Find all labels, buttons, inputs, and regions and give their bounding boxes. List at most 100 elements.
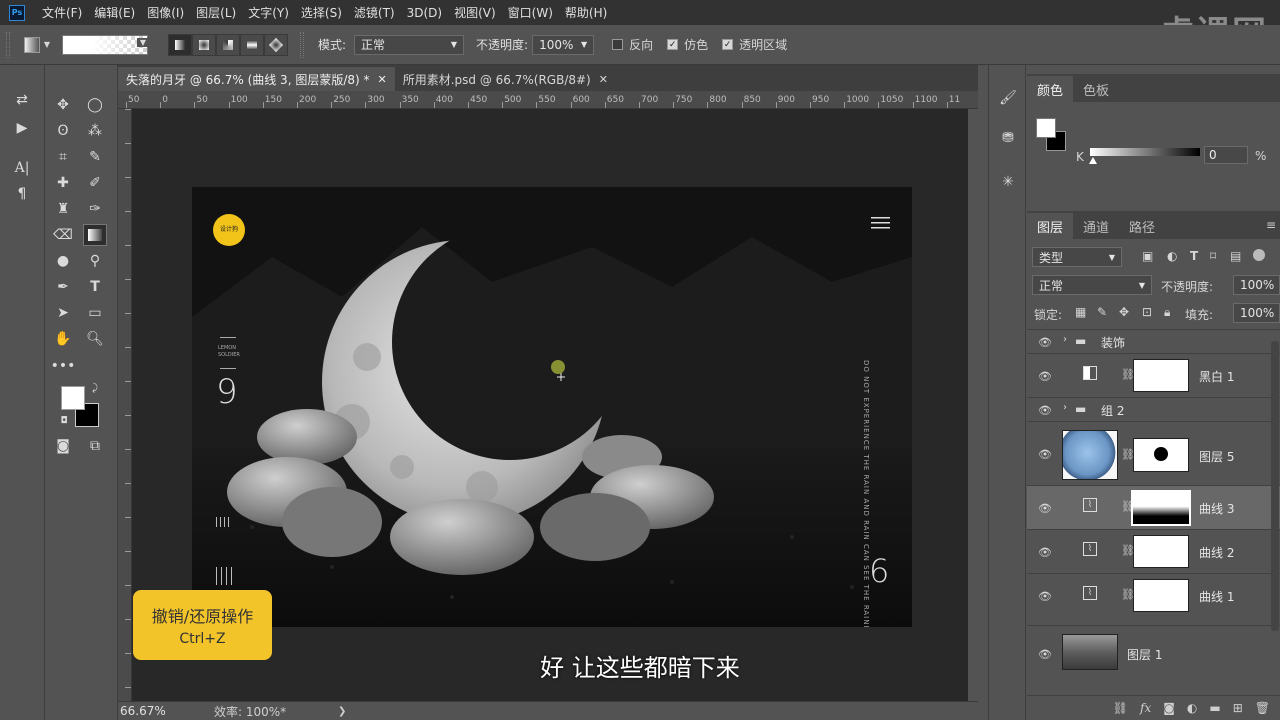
reflected-gradient-button[interactable]: [240, 33, 264, 56]
type-tool-icon[interactable]: T: [83, 276, 107, 298]
close-icon[interactable]: ✕: [378, 73, 387, 86]
canvas-artboard[interactable]: 设计狗 LEMON SOLDIER 9 DO NOT EXPERIENCE TH…: [192, 187, 912, 627]
visibility-eye-icon[interactable]: 👁︎: [1036, 502, 1054, 515]
menu-edit[interactable]: 编辑(E): [94, 4, 135, 21]
linear-gradient-button[interactable]: [168, 33, 192, 56]
zoom-tool-icon[interactable]: 🔍︎: [83, 328, 107, 350]
link-icon[interactable]: ⛓: [1121, 448, 1135, 461]
blend-mode-dropdown[interactable]: 正常 ▼: [1032, 275, 1152, 295]
move-tool-icon[interactable]: ✥: [51, 94, 75, 116]
clone-stamp-tool-icon[interactable]: ♜: [51, 198, 75, 220]
menu-view[interactable]: 视图(V): [454, 4, 496, 21]
layer-thumbnail[interactable]: [1062, 634, 1118, 670]
more-tools-icon[interactable]: •••: [51, 355, 76, 377]
healing-brush-tool-icon[interactable]: ✚: [51, 172, 75, 194]
visibility-eye-icon[interactable]: 👁︎: [1036, 336, 1054, 349]
hand-tool-icon[interactable]: ✋: [51, 328, 75, 350]
layer-row-layer-1[interactable]: 👁︎ 图层 1: [1027, 625, 1280, 681]
menu-file[interactable]: 文件(F): [42, 4, 82, 21]
new-adjustment-icon[interactable]: ◐: [1187, 701, 1197, 715]
crop-tool-icon[interactable]: ⌗: [51, 146, 75, 168]
layer-row-curves-1[interactable]: 👁︎ ⌇ ⛓ 曲线 1: [1027, 573, 1280, 617]
filter-shape-icon[interactable]: ⌑: [1210, 249, 1216, 263]
eraser-tool-icon[interactable]: ⌫: [51, 224, 75, 246]
path-selection-tool-icon[interactable]: ➤: [51, 302, 75, 324]
link-icon[interactable]: ⛓: [1121, 544, 1135, 557]
layer-mask-thumbnail[interactable]: [1133, 579, 1189, 612]
layer-mask-thumbnail[interactable]: [1131, 490, 1191, 526]
menu-window[interactable]: 窗口(W): [508, 4, 553, 21]
new-group-icon[interactable]: ▬: [1209, 701, 1220, 715]
lock-transparent-icon[interactable]: ▦: [1075, 305, 1086, 319]
history-brush-tool-icon[interactable]: ✑: [83, 198, 107, 220]
chevron-right-icon[interactable]: ›: [1063, 402, 1067, 413]
visibility-eye-icon[interactable]: 👁︎: [1036, 590, 1054, 603]
link-icon[interactable]: ⛓: [1121, 588, 1135, 601]
character-panel-icon[interactable]: A|: [10, 157, 34, 179]
filter-type-icon[interactable]: T: [1190, 249, 1198, 263]
menu-select[interactable]: 选择(S): [301, 4, 342, 21]
layers-scrollbar[interactable]: [1271, 341, 1279, 631]
tab-document-2[interactable]: 所用素材.psd @ 66.7%(RGB/8#) ✕: [395, 67, 616, 91]
filter-adjustment-icon[interactable]: ◐: [1167, 249, 1177, 263]
clone-source-icon[interactable]: ⛃: [996, 127, 1020, 149]
lock-image-icon[interactable]: ✎: [1097, 305, 1107, 319]
gradient-tool-preset-icon[interactable]: ▼: [18, 34, 56, 56]
layer-thumbnail[interactable]: [1062, 430, 1118, 480]
menu-image[interactable]: 图像(I): [147, 4, 184, 21]
link-layers-icon[interactable]: ⛓: [1113, 701, 1128, 715]
reverse-checkbox[interactable]: 反向: [612, 36, 653, 53]
add-mask-icon[interactable]: ◙: [1163, 701, 1175, 715]
screen-mode-icon[interactable]: ⧉: [83, 435, 107, 457]
history-panel-icon[interactable]: ⇄: [10, 89, 34, 111]
layer-row-decoration-group[interactable]: 👁︎ › ▬ 装饰: [1027, 329, 1280, 353]
layer-row-layer-5[interactable]: 👁︎ ⛓ 图层 5: [1027, 421, 1280, 485]
blur-tool-icon[interactable]: ●: [51, 250, 75, 272]
angle-gradient-button[interactable]: [216, 33, 240, 56]
menu-filter[interactable]: 滤镜(T): [354, 4, 395, 21]
visibility-eye-icon[interactable]: 👁︎: [1036, 404, 1054, 417]
zoom-level[interactable]: 66.67%: [120, 704, 200, 718]
layer-style-icon[interactable]: fx: [1140, 701, 1151, 715]
lasso-tool-icon[interactable]: ʘ: [51, 120, 75, 142]
layer-mask-thumbnail[interactable]: [1133, 438, 1189, 472]
k-value-field[interactable]: 0: [1204, 146, 1248, 164]
layer-row-curves-3-selected[interactable]: 👁︎ ⌇ ⛓ 曲线 3: [1027, 485, 1280, 529]
quick-mask-icon[interactable]: ◙: [51, 435, 75, 457]
visibility-eye-icon[interactable]: 👁︎: [1036, 370, 1054, 383]
tab-channels[interactable]: 通道: [1073, 213, 1119, 239]
paragraph-panel-icon[interactable]: ¶: [10, 183, 34, 205]
filter-toggle-icon[interactable]: [1253, 249, 1265, 261]
tab-paths[interactable]: 路径: [1119, 213, 1165, 239]
brush-preset-icon[interactable]: 🖌︎: [996, 87, 1020, 109]
filter-kind-dropdown[interactable]: 类型 ▼: [1032, 247, 1122, 267]
layer-mask-thumbnail[interactable]: [1133, 359, 1189, 392]
layer-row-group-2[interactable]: 👁︎ › ▬ 组 2: [1027, 397, 1280, 421]
ellipse-marquee-tool-icon[interactable]: ◯: [83, 94, 107, 116]
panel-fg-swatch[interactable]: [1036, 118, 1056, 138]
layer-row-black-white-1[interactable]: 👁︎ ⛓ 黑白 1: [1027, 353, 1280, 397]
chevron-right-icon[interactable]: ›: [1063, 334, 1067, 345]
eyedropper-tool-icon[interactable]: ✎: [83, 146, 107, 168]
fill-field[interactable]: 100%: [1233, 303, 1280, 323]
visibility-eye-icon[interactable]: 👁︎: [1036, 648, 1054, 661]
delete-layer-icon[interactable]: 🗑︎: [1255, 701, 1270, 715]
rectangle-tool-icon[interactable]: ▭: [83, 302, 107, 324]
layer-row-curves-2[interactable]: 👁︎ ⌇ ⛓ 曲线 2: [1027, 529, 1280, 573]
lock-position-icon[interactable]: ✥: [1119, 305, 1129, 319]
foreground-color-swatch[interactable]: [61, 386, 85, 410]
default-colors-icon[interactable]: ◘: [58, 415, 70, 427]
opacity-field[interactable]: 100% ▼: [532, 34, 595, 55]
actions-play-icon[interactable]: ▶: [10, 117, 34, 139]
visibility-eye-icon[interactable]: 👁︎: [1036, 448, 1054, 461]
dodge-tool-icon[interactable]: ⚲: [83, 250, 107, 272]
mode-dropdown[interactable]: 正常 ▼: [354, 34, 465, 55]
tab-layers[interactable]: 图层: [1027, 213, 1074, 239]
brush-settings-icon[interactable]: ✳: [996, 171, 1020, 193]
menu-3d[interactable]: 3D(D): [407, 6, 442, 20]
dither-checkbox[interactable]: ✓ 仿色: [667, 36, 708, 53]
tab-document-1[interactable]: 失落的月牙 @ 66.7% (曲线 3, 图层蒙版/8) * ✕: [118, 67, 395, 91]
tab-color[interactable]: 颜色: [1027, 76, 1074, 102]
menu-help[interactable]: 帮助(H): [565, 4, 607, 21]
swap-colors-icon[interactable]: ⤸: [88, 381, 102, 395]
